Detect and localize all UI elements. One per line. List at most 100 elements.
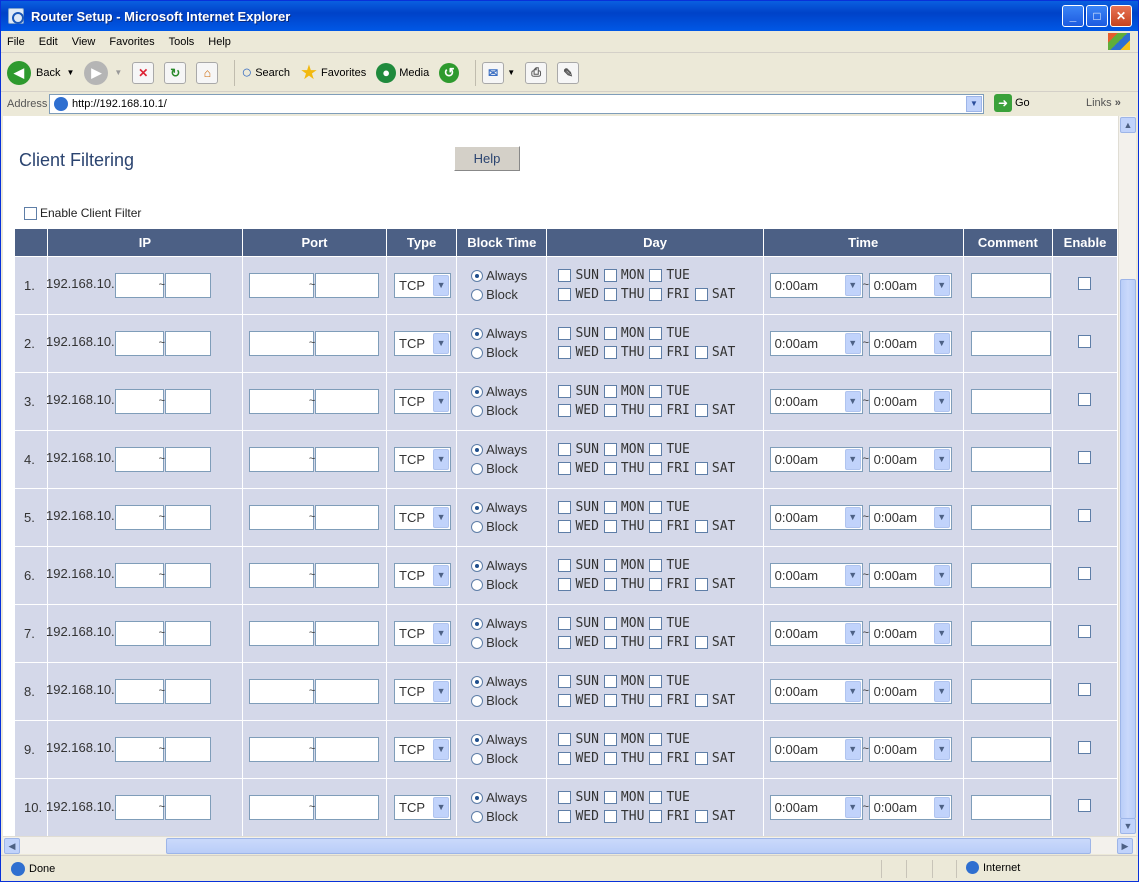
maximize-button[interactable]: □ (1086, 5, 1108, 27)
type-select[interactable]: TCP ▼ (394, 446, 452, 472)
comment-input[interactable] (970, 562, 1051, 588)
mail-button[interactable]: ✉ ▼ (482, 61, 515, 84)
time-to-select[interactable]: 0:00am ▼ (868, 330, 952, 356)
type-select[interactable]: TCP ▼ (394, 678, 452, 704)
vertical-scroll-thumb[interactable] (1120, 279, 1136, 819)
ip-end-input[interactable] (164, 272, 211, 298)
time-to-select[interactable]: 0:00am ▼ (868, 504, 952, 530)
port-end-input[interactable] (314, 272, 379, 298)
comment-input[interactable] (970, 678, 1051, 704)
block-always-radio[interactable]: Always (471, 268, 546, 283)
menu-help[interactable]: Help (208, 36, 231, 48)
day-checkbox[interactable] (558, 385, 572, 398)
row-enable-checkbox[interactable] (1078, 277, 1092, 290)
address-dropdown-icon[interactable]: ▼ (966, 96, 982, 112)
day-checkbox[interactable] (649, 636, 663, 649)
ip-end-input[interactable] (164, 736, 211, 762)
type-select[interactable]: TCP ▼ (394, 388, 452, 414)
day-checkbox[interactable] (649, 404, 663, 417)
day-checkbox[interactable] (558, 520, 572, 533)
time-from-select[interactable]: 0:00am ▼ (769, 678, 863, 704)
time-to-select[interactable]: 0:00am ▼ (868, 678, 952, 704)
row-enable-checkbox[interactable] (1078, 509, 1092, 522)
day-checkbox[interactable] (649, 520, 663, 533)
day-checkbox[interactable] (649, 791, 663, 805)
day-checkbox[interactable] (603, 404, 617, 417)
time-to-select[interactable]: 0:00am ▼ (868, 736, 952, 762)
day-checkbox[interactable] (694, 636, 708, 649)
block-always-radio[interactable]: Always (471, 674, 546, 689)
time-from-select[interactable]: 0:00am ▼ (769, 620, 863, 646)
ip-start-input[interactable] (114, 272, 164, 298)
day-checkbox[interactable] (603, 636, 617, 649)
comment-input[interactable] (970, 272, 1051, 298)
row-enable-checkbox[interactable] (1078, 567, 1092, 580)
menu-favorites[interactable]: Favorites (109, 36, 154, 48)
day-checkbox[interactable] (558, 346, 572, 359)
address-input[interactable]: http://192.168.10.1/ ▼ (49, 94, 984, 114)
day-checkbox[interactable] (558, 733, 572, 746)
port-start-input[interactable] (248, 272, 314, 298)
stop-button[interactable]: ✕ (132, 61, 155, 84)
port-end-input[interactable] (314, 562, 379, 588)
day-checkbox[interactable] (694, 404, 708, 417)
ip-start-input[interactable] (114, 736, 164, 762)
menu-view[interactable]: View (72, 36, 96, 48)
ip-start-input[interactable] (114, 330, 164, 356)
port-end-input[interactable] (314, 504, 379, 530)
block-block-radio[interactable]: Block (471, 461, 546, 476)
day-checkbox[interactable] (603, 327, 617, 340)
favorites-button[interactable]: ★ Favorites (300, 60, 366, 85)
time-from-select[interactable]: 0:00am ▼ (769, 504, 863, 530)
port-start-input[interactable] (248, 504, 314, 530)
comment-input[interactable] (970, 388, 1051, 414)
home-button[interactable]: ⌂ (196, 61, 219, 84)
type-select[interactable]: TCP ▼ (394, 272, 452, 298)
day-checkbox[interactable] (649, 501, 663, 514)
time-to-select[interactable]: 0:00am ▼ (868, 446, 952, 472)
refresh-button[interactable]: ↻ (164, 61, 187, 84)
day-checkbox[interactable] (603, 617, 617, 630)
row-enable-checkbox[interactable] (1078, 335, 1092, 348)
time-from-select[interactable]: 0:00am ▼ (769, 272, 863, 298)
horizontal-scroll-thumb[interactable] (166, 838, 1091, 854)
day-checkbox[interactable] (649, 269, 663, 282)
history-button[interactable]: ↺ (439, 62, 460, 83)
day-checkbox[interactable] (558, 675, 572, 688)
day-checkbox[interactable] (603, 385, 617, 398)
day-checkbox[interactable] (603, 443, 617, 456)
time-from-select[interactable]: 0:00am ▼ (769, 562, 863, 588)
port-end-input[interactable] (314, 330, 379, 356)
day-checkbox[interactable] (649, 327, 663, 340)
go-button[interactable]: ➜ Go (994, 94, 1030, 112)
time-to-select[interactable]: 0:00am ▼ (868, 562, 952, 588)
block-always-radio[interactable]: Always (471, 326, 546, 341)
time-from-select[interactable]: 0:00am ▼ (769, 736, 863, 762)
ip-end-input[interactable] (164, 330, 211, 356)
comment-input[interactable] (970, 446, 1051, 472)
ip-end-input[interactable] (164, 678, 211, 704)
port-start-input[interactable] (248, 794, 314, 820)
row-enable-checkbox[interactable] (1078, 799, 1092, 813)
day-checkbox[interactable] (603, 694, 617, 707)
time-to-select[interactable]: 0:00am ▼ (868, 620, 952, 646)
ip-start-input[interactable] (114, 794, 164, 820)
day-checkbox[interactable] (649, 385, 663, 398)
menu-file[interactable]: File (7, 36, 25, 48)
day-checkbox[interactable] (649, 810, 663, 824)
port-start-input[interactable] (248, 388, 314, 414)
ip-end-input[interactable] (164, 388, 211, 414)
day-checkbox[interactable] (558, 404, 572, 417)
day-checkbox[interactable] (603, 501, 617, 514)
block-always-radio[interactable]: Always (471, 500, 546, 515)
ip-end-input[interactable] (164, 446, 211, 472)
day-checkbox[interactable] (603, 733, 617, 746)
back-button[interactable]: ◀ Back ▼ (7, 60, 74, 85)
day-checkbox[interactable] (649, 752, 663, 765)
day-checkbox[interactable] (558, 617, 572, 630)
ip-end-input[interactable] (164, 620, 211, 646)
port-end-input[interactable] (314, 388, 379, 414)
day-checkbox[interactable] (558, 810, 572, 824)
port-start-input[interactable] (248, 620, 314, 646)
day-checkbox[interactable] (694, 288, 708, 301)
